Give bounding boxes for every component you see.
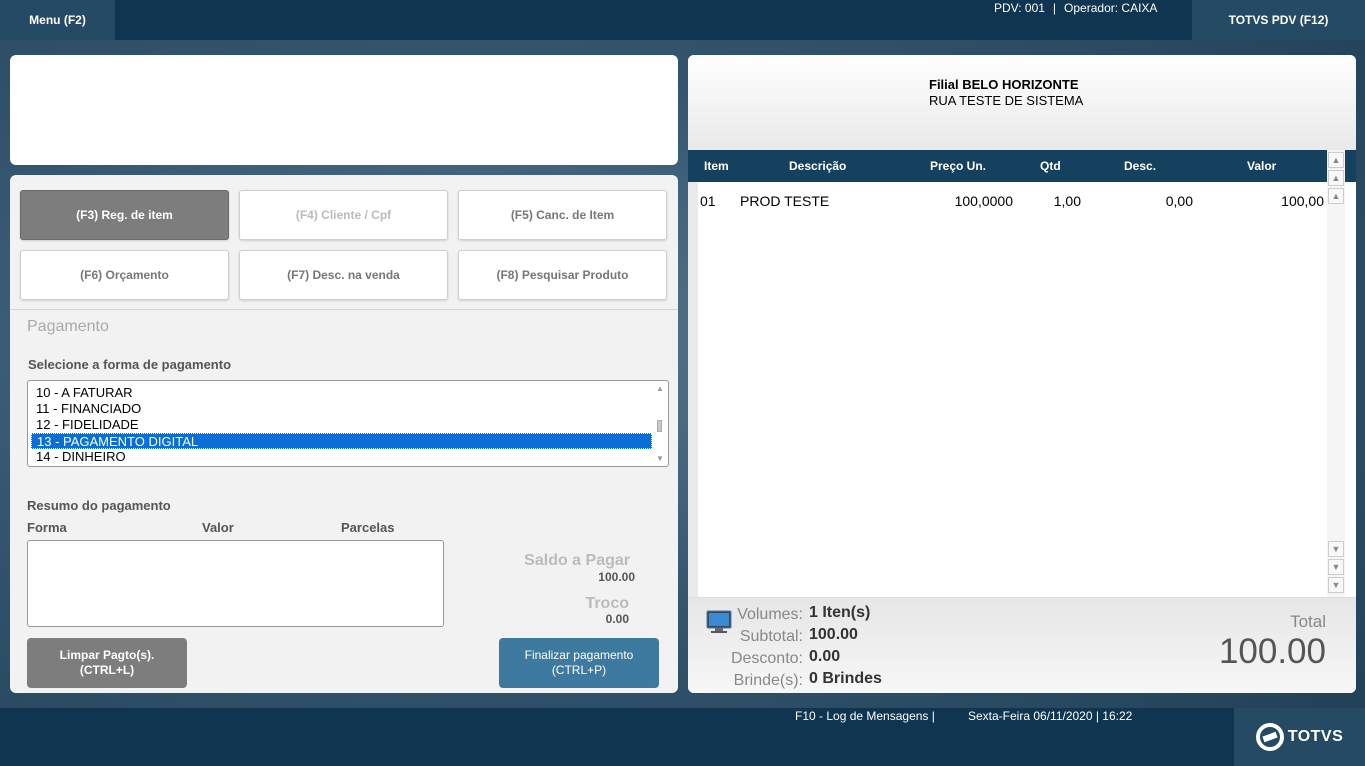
receipt-header: Filial BELO HORIZONTE RUA TESTE DE SISTE… [688, 55, 1356, 150]
payment-method-list[interactable]: 10 - A FATURAR 11 - FINANCIADO 12 - FIDE… [27, 380, 669, 467]
orcamento-button[interactable]: (F6) Orçamento [20, 250, 229, 300]
reg-item-button[interactable]: (F3) Reg. de item [20, 190, 229, 240]
desconto-value: 0.00 [809, 648, 841, 665]
logo-text: TOTVS [1287, 728, 1344, 745]
page-down-icon[interactable]: ▼ [1328, 559, 1344, 575]
totvs-logo-icon [1255, 723, 1284, 751]
cancel-item-button[interactable]: (F5) Canc. de Item [458, 190, 667, 240]
header-preco: Preço Un. [930, 159, 987, 173]
pesquisar-produto-button[interactable]: (F8) Pesquisar Produto [458, 250, 667, 300]
volumes-label: Volumes: [737, 606, 803, 623]
scroll-top-icon[interactable]: ▲ [1328, 152, 1344, 168]
totvs-pdv-button[interactable]: TOTVS PDV (F12) [1192, 0, 1365, 40]
payment-option-selected[interactable]: 13 - PAGAMENTO DIGITAL [31, 433, 652, 449]
totals-footer: Volumes: 1 Iten(s) Subtotal: 100.00 Desc… [688, 597, 1356, 693]
session-info: PDV: 001 | Operador: CAIXA [994, 1, 1157, 15]
totvs-logo: TOTVS [1234, 708, 1365, 766]
desc-venda-button[interactable]: (F7) Desc. na venda [239, 250, 448, 300]
payment-title: Pagamento [27, 318, 109, 335]
operator-label: Operador: CAIXA [1064, 1, 1158, 15]
scroll-down-icon[interactable]: ▼ [654, 454, 666, 464]
payment-option[interactable]: 11 - FINANCIADO [31, 401, 652, 417]
finalize-payment-button[interactable]: Finalizar pagamento (CTRL+P) [499, 638, 659, 688]
header-qtd: Qtd [1040, 159, 1061, 173]
cell-item: 01 [700, 193, 716, 209]
desconto-label: Desconto: [730, 650, 803, 667]
payment-select-label: Selecione a forma de pagamento [28, 357, 232, 372]
cliente-cpf-button[interactable]: (F4) Cliente / Cpf [239, 190, 448, 240]
payment-summary-label: Resumo do pagamento [27, 498, 171, 513]
troco-label: Troco [585, 595, 629, 612]
total-label: Total [1290, 612, 1326, 631]
payment-option[interactable]: 12 - FIDELIDADE [31, 417, 652, 433]
branch-name: Filial BELO HORIZONTE [929, 77, 1079, 92]
scroll-thumb[interactable] [657, 420, 662, 432]
total-value: 100.00 [1218, 632, 1326, 671]
scroll-bottom-icon[interactable]: ▼ [1328, 577, 1344, 593]
brindes-value: 0 Brindes [809, 670, 882, 687]
list-scrollbar[interactable]: ▲ ▼ [654, 384, 666, 464]
cell-preco: 100,0000 [954, 193, 1013, 209]
finalize-shortcut: (CTRL+P) [551, 663, 607, 677]
product-display-area [10, 55, 678, 165]
pdv-label: PDV: 001 [994, 1, 1045, 15]
receipt-panel: Filial BELO HORIZONTE RUA TESTE DE SISTE… [688, 55, 1356, 693]
finalize-label: Finalizar pagamento [524, 648, 634, 662]
cell-desc: 0,00 [1165, 193, 1193, 209]
scroll-up-icon[interactable]: ▲ [654, 384, 666, 394]
payment-summary-list[interactable] [27, 540, 444, 627]
column-valor: Valor [202, 520, 234, 535]
saldo-value: 100.00 [598, 570, 635, 584]
items-table-header: Item Descrição Preço Un. Qtd Desc. Valor [688, 150, 1356, 182]
page-up-icon[interactable]: ▲ [1328, 170, 1344, 186]
cell-valor: 100,00 [1281, 193, 1324, 209]
status-bar: F10 - Log de Mensagens | Sexta-Feira 06/… [0, 708, 1365, 766]
scroll-down-icon[interactable]: ▼ [1328, 541, 1344, 557]
scroll-up-icon[interactable]: ▲ [1328, 188, 1344, 204]
clear-payments-button[interactable]: Limpar Pagto(s). (CTRL+L) [27, 638, 187, 688]
branch-address: RUA TESTE DE SISTEMA [929, 93, 1084, 108]
clear-label: Limpar Pagto(s). [59, 648, 155, 662]
saldo-label: Saldo a Pagar [524, 552, 630, 569]
cell-qtd: 1,00 [1053, 193, 1081, 209]
header-item: Item [704, 159, 729, 173]
subtotal-label: Subtotal: [739, 628, 803, 645]
monitor-icon [706, 610, 732, 633]
payment-option[interactable]: 14 - DINHEIRO [31, 449, 652, 465]
items-scrollbar[interactable]: ▲ ▲ ▲ ▼ ▼ ▼ [1327, 150, 1345, 597]
divider [10, 309, 678, 310]
clear-shortcut: (CTRL+L) [79, 663, 135, 677]
column-parcelas: Parcelas [341, 520, 395, 535]
table-left-strip [688, 182, 698, 597]
troco-value: 0.00 [605, 612, 629, 626]
separator: | [1052, 1, 1057, 15]
column-forma: Forma [27, 520, 67, 535]
cell-descricao: PROD TESTE [740, 193, 830, 209]
subtotal-value: 100.00 [809, 626, 858, 643]
header-valor: Valor [1247, 159, 1277, 173]
header-descricao: Descrição [789, 159, 847, 173]
message-log-link[interactable]: F10 - Log de Mensagens | [795, 709, 935, 723]
menu-button[interactable]: Menu (F2) [0, 0, 115, 40]
top-bar: Menu (F2) PDV: 001 | Operador: CAIXA TOTVS… [0, 0, 1365, 40]
header-desc: Desc. [1124, 159, 1157, 173]
volumes-value: 1 Iten(s) [809, 604, 871, 621]
payment-option[interactable]: 10 - A FATURAR [31, 385, 652, 401]
brindes-label: Brinde(s): [733, 672, 803, 689]
operations-panel: (F3) Reg. de item (F4) Cliente / Cpf (F5… [10, 175, 678, 693]
date-time: Sexta-Feira 06/11/2020 | 16:22 [968, 709, 1133, 723]
